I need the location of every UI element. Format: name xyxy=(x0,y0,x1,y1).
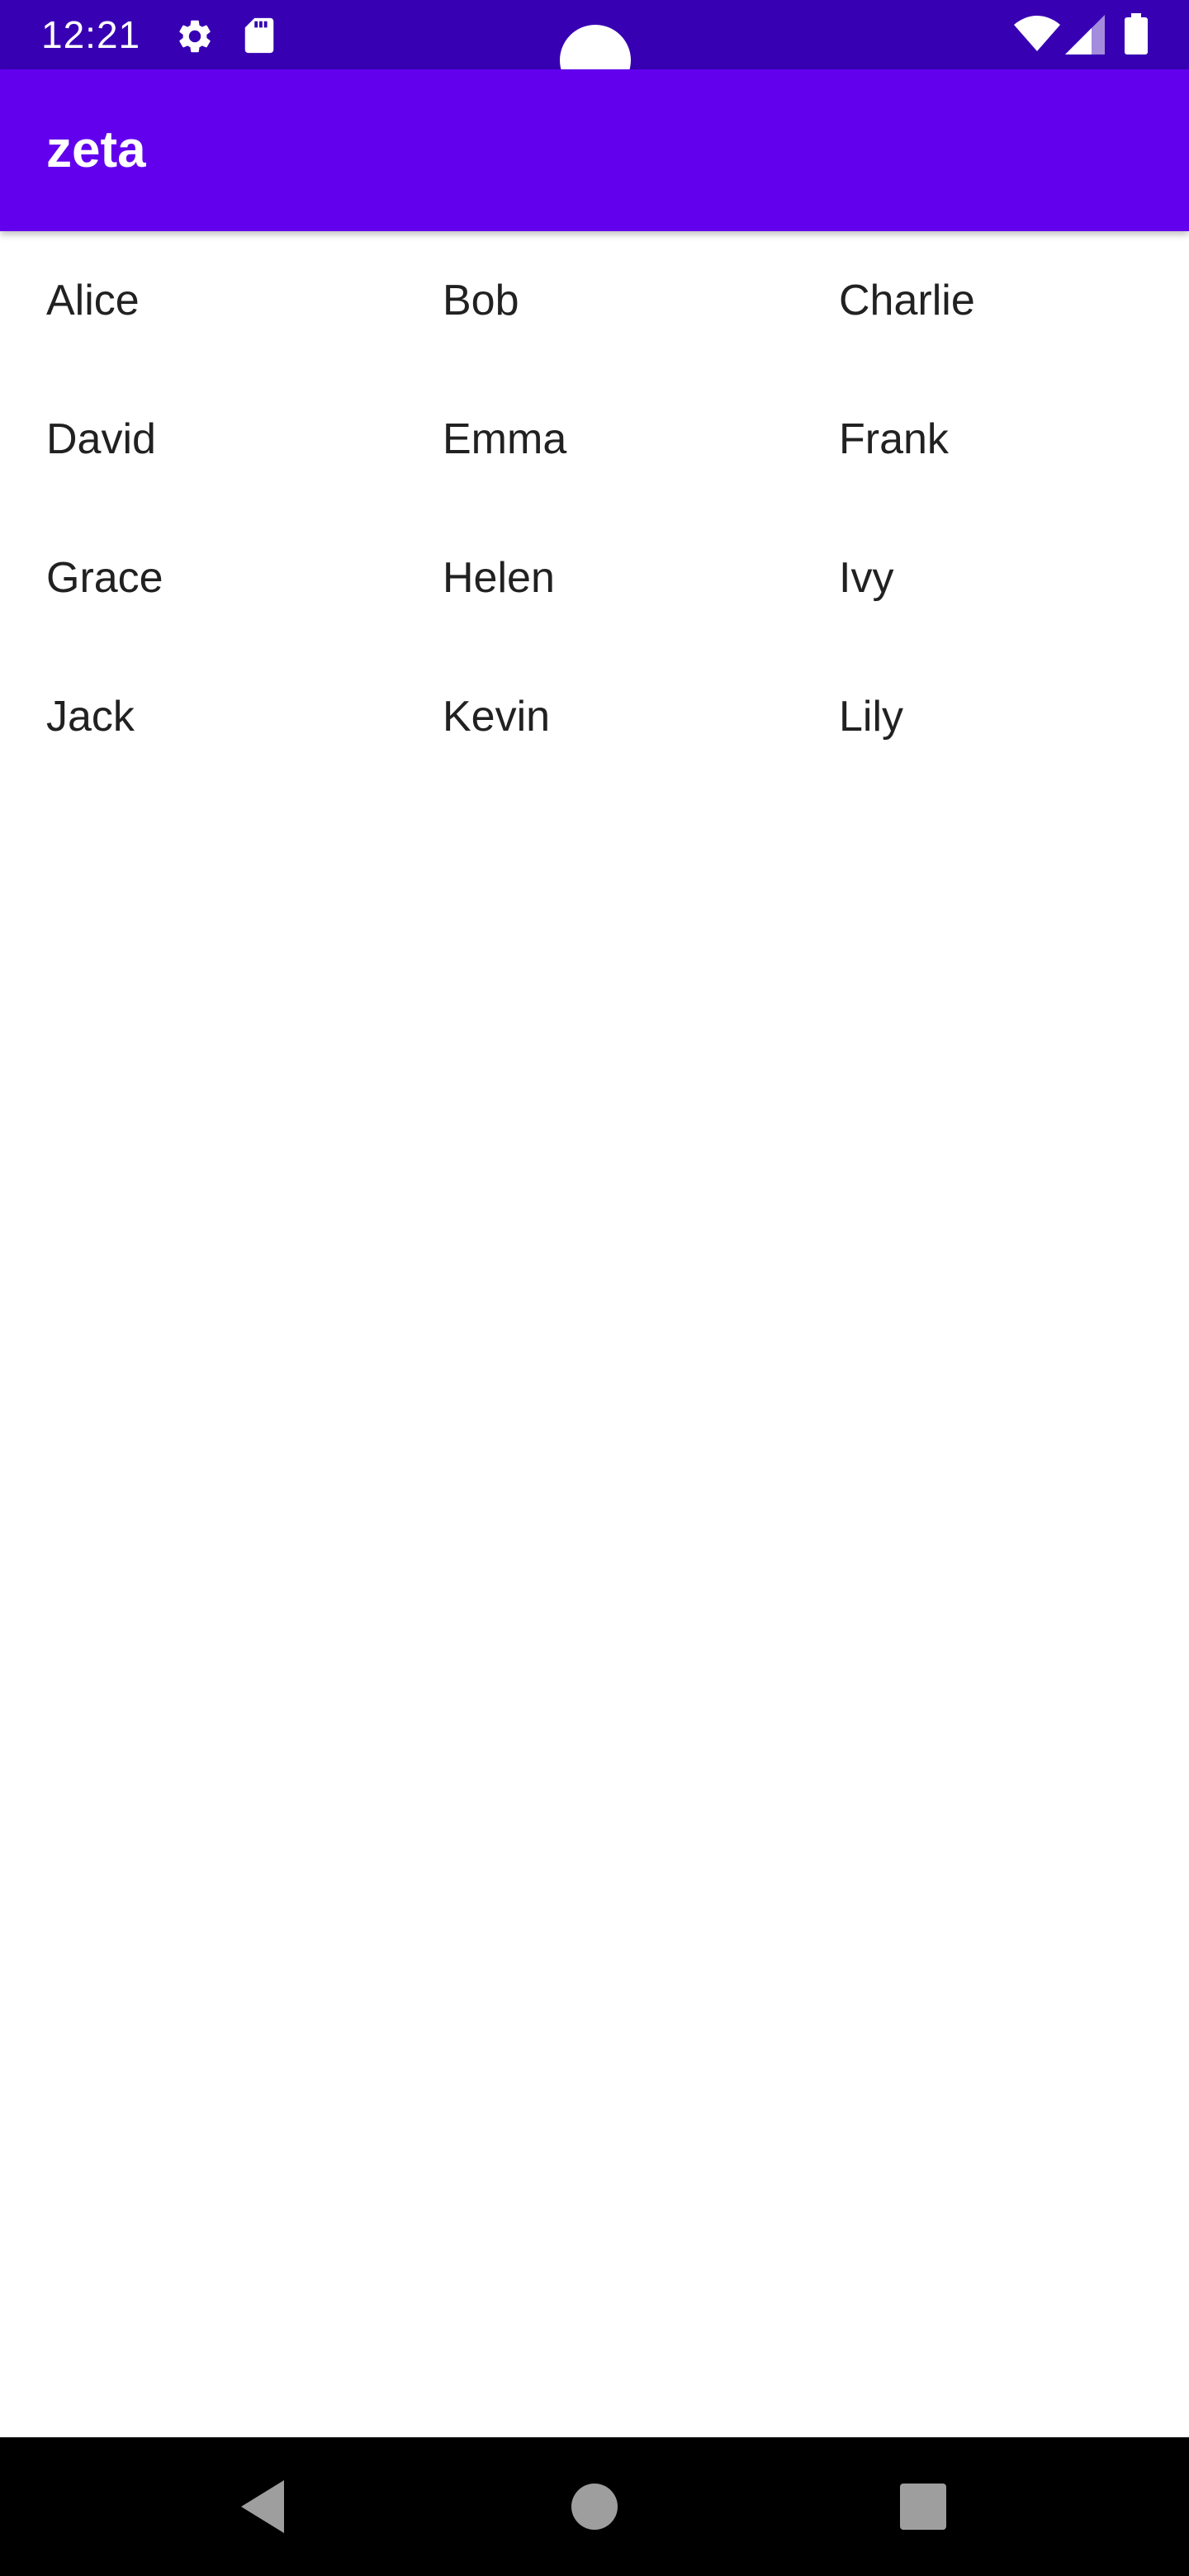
screen: 12:21 zeta Alice Bob Charlie David Emma … xyxy=(0,0,1189,2576)
settings-icon xyxy=(179,20,211,53)
sd-card-icon xyxy=(244,17,274,54)
signal-icon xyxy=(1065,15,1105,54)
grid-item[interactable]: Emma xyxy=(443,413,566,466)
grid-item[interactable]: Alice xyxy=(46,274,140,327)
grid-item[interactable]: Frank xyxy=(839,413,949,466)
names-grid: Alice Bob Charlie David Emma Frank Grace… xyxy=(0,231,1189,786)
recents-icon[interactable] xyxy=(890,2474,956,2540)
grid-item[interactable]: Grace xyxy=(46,552,163,604)
back-icon[interactable] xyxy=(231,2474,297,2540)
app-bar: zeta xyxy=(0,69,1189,231)
battery-icon xyxy=(1125,13,1148,54)
navigation-bar xyxy=(0,2437,1189,2576)
grid-item[interactable]: Ivy xyxy=(839,552,893,604)
grid-item[interactable]: David xyxy=(46,413,156,466)
home-icon[interactable] xyxy=(561,2474,628,2540)
grid-row: Jack Kevin Lily xyxy=(0,647,1189,786)
wifi-icon xyxy=(1014,16,1060,51)
status-time: 12:21 xyxy=(41,13,141,56)
grid-row: Grace Helen Ivy xyxy=(0,509,1189,647)
grid-item[interactable]: Charlie xyxy=(839,274,975,327)
grid-item[interactable]: Bob xyxy=(443,274,519,327)
grid-item[interactable]: Jack xyxy=(46,690,135,743)
grid-row: David Emma Frank xyxy=(0,370,1189,509)
app-title: zeta xyxy=(46,121,146,178)
grid-item[interactable]: Helen xyxy=(443,552,555,604)
grid-item[interactable]: Lily xyxy=(839,690,903,743)
grid-item[interactable]: Kevin xyxy=(443,690,550,743)
grid-row: Alice Bob Charlie xyxy=(0,231,1189,370)
